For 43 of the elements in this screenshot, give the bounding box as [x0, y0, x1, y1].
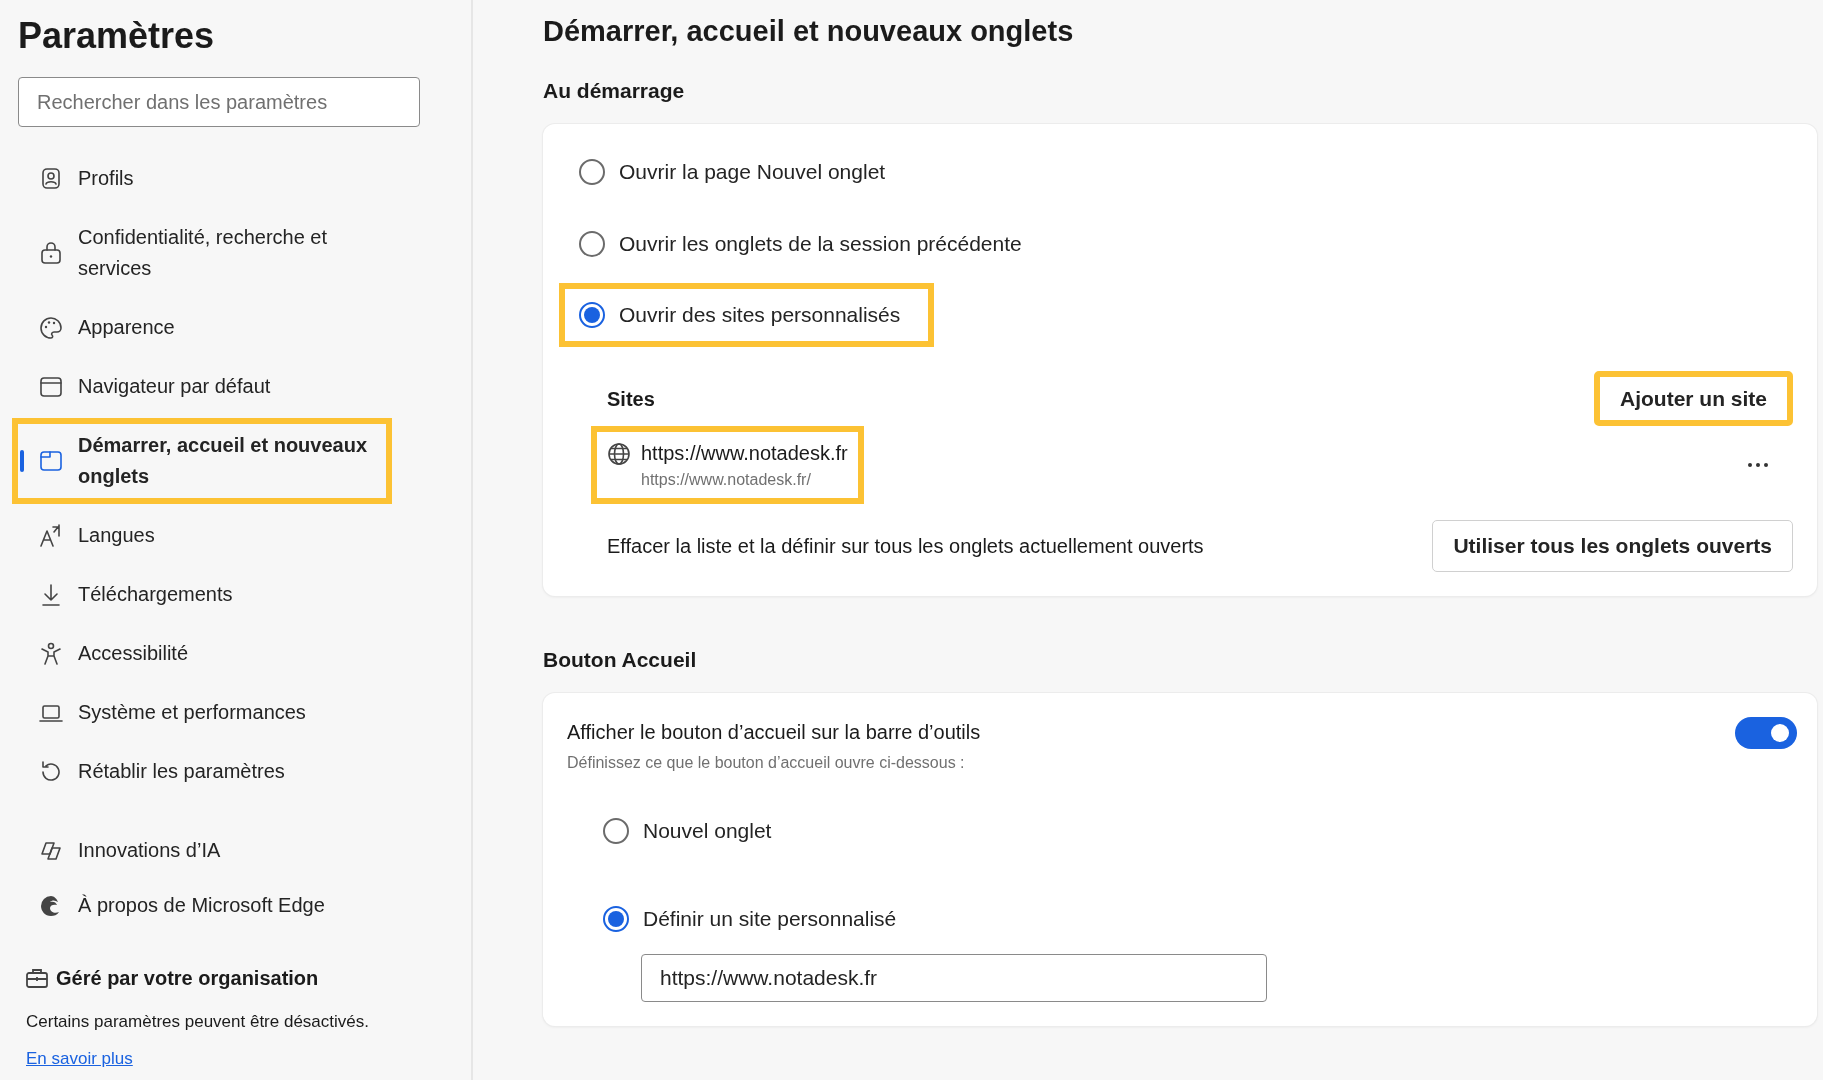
- page-title: Démarrer, accueil et nouveaux onglets: [543, 14, 1075, 49]
- toggle-hint: Définissez ce que le bouton d’accueil ouvre ci-dessous :: [567, 753, 966, 774]
- radio-option[interactable]: Définir un site personnalisé: [583, 886, 931, 951]
- sidebar-item[interactable]: Innovations d’IA: [12, 823, 392, 879]
- sites-heading: Sites: [607, 386, 655, 412]
- person-icon: [38, 640, 64, 667]
- sidebar-item[interactable]: Accessibilité: [12, 626, 392, 682]
- search-field[interactable]: Rechercher dans les paramètres: [18, 77, 420, 128]
- sidebar-item[interactable]: Langues: [12, 508, 392, 564]
- clear-list-text: Effacer la liste et la définir sur tous les onglets actuellement ouverts: [607, 534, 1204, 560]
- sidebar-item[interactable]: Téléchargements: [12, 567, 392, 623]
- sidebar-item[interactable]: Rétablir les paramètres: [12, 744, 392, 800]
- site-title: https://www.notadesk.fr: [641, 441, 848, 467]
- sidebar-title: Paramètres: [18, 14, 216, 58]
- palette-icon: [38, 314, 64, 341]
- lock-icon: [38, 240, 64, 267]
- site-entry[interactable]: https://www.notadesk.fr https://www.notadesk.fr/: [591, 426, 864, 505]
- briefcase-icon: [26, 967, 48, 988]
- sidebar-item[interactable]: Démarrer, accueil et nouveaux onglets: [12, 418, 392, 505]
- managed-text: Certains paramètres peuvent être désactivés.: [26, 1010, 370, 1033]
- sidebar-item[interactable]: Apparence: [12, 300, 392, 356]
- selection-indicator: [20, 450, 24, 473]
- sidebar-item[interactable]: Système et performances: [12, 685, 392, 741]
- site-url: https://www.notadesk.fr/: [641, 470, 812, 491]
- sidebar-item[interactable]: À propos de Microsoft Edge: [12, 878, 392, 934]
- globe-icon: [607, 442, 631, 467]
- toggle-label: Afficher le bouton d’accueil sur la barre d’outils: [567, 720, 981, 746]
- radio-option[interactable]: Ouvrir des sites personnalisés: [559, 283, 935, 347]
- radio-option[interactable]: Ouvrir les onglets de la session précédente: [559, 211, 1056, 276]
- section-heading: Au démarrage: [543, 77, 686, 104]
- use-all-tabs-button[interactable]: Utiliser tous les onglets ouverts: [1432, 520, 1793, 572]
- url-field[interactable]: https://www.notadesk.fr: [641, 954, 1267, 1003]
- section-heading: Bouton Accueil: [543, 646, 698, 673]
- toggle-switch[interactable]: [1735, 717, 1797, 750]
- sidebar-item[interactable]: Profils: [12, 151, 392, 207]
- more-options-icon[interactable]: [1747, 462, 1769, 469]
- managed-title: Géré par votre organisation: [56, 965, 319, 991]
- add-site-button[interactable]: Ajouter un site: [1594, 370, 1793, 427]
- sidebar-item[interactable]: Navigateur par défaut: [12, 359, 392, 415]
- radio-option[interactable]: Ouvrir la page Nouvel onglet: [559, 140, 920, 204]
- sidebar-item[interactable]: Confidentialité, recherche et services: [12, 210, 392, 297]
- radio-option[interactable]: Nouvel onglet: [583, 799, 806, 863]
- learn-more-link[interactable]: En savoir plus: [26, 1049, 133, 1068]
